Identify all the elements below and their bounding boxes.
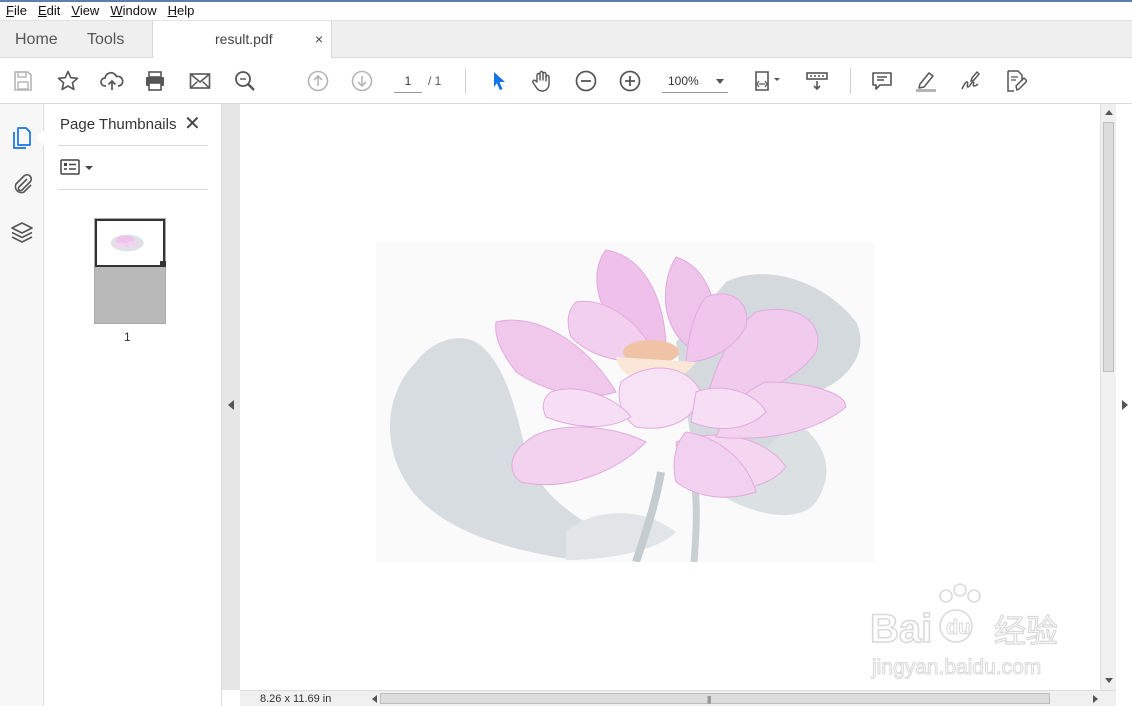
scroll-up-icon[interactable] <box>1105 110 1113 115</box>
collapse-left-pane[interactable] <box>222 104 240 690</box>
page-number-input[interactable]: 1 <box>394 71 422 93</box>
lotus-image <box>376 242 874 564</box>
menu-edit[interactable]: Edit <box>32 2 65 20</box>
select-arrow-icon[interactable] <box>486 68 512 94</box>
document-tab-title: result.pdf <box>215 31 273 47</box>
tab-row: Home Tools result.pdf × <box>0 21 1132 58</box>
svg-text:经验: 经验 <box>994 612 1058 650</box>
sign-icon[interactable] <box>957 68 983 94</box>
toolbar: 1 / 1 100% <box>0 58 1132 104</box>
menu-bar: File Edit View Window Help <box>0 0 1132 21</box>
menu-window[interactable]: Window <box>104 2 161 20</box>
panel-title: Page Thumbnails <box>60 116 177 133</box>
thumbnail-options-button[interactable] <box>60 156 100 180</box>
vertical-scroll-thumb[interactable] <box>1103 122 1114 372</box>
vertical-scrollbar[interactable] <box>1100 104 1116 690</box>
previous-page-icon[interactable] <box>305 68 331 94</box>
zoom-out-icon[interactable] <box>573 68 599 94</box>
layers-icon[interactable] <box>10 220 34 244</box>
active-indicator <box>36 130 44 146</box>
collapse-right-pane[interactable] <box>1116 104 1132 706</box>
chevron-right-icon <box>1122 400 1128 410</box>
svg-text:du: du <box>946 617 970 639</box>
scroll-right-icon[interactable] <box>1093 695 1098 703</box>
upload-cloud-icon[interactable] <box>99 68 125 94</box>
menu-view[interactable]: View <box>65 2 104 20</box>
divider <box>58 145 208 146</box>
print-icon[interactable] <box>142 68 168 94</box>
menu-help[interactable]: Help <box>162 2 200 20</box>
scroll-mode-icon[interactable] <box>804 68 830 94</box>
page-total: / 1 <box>428 74 442 88</box>
thumbnail-page-number: 1 <box>124 330 131 344</box>
thumbnail-viewport[interactable] <box>95 219 165 267</box>
divider <box>58 189 208 190</box>
find-icon[interactable] <box>232 68 258 94</box>
bookmark-star-icon[interactable] <box>55 68 81 94</box>
baidu-watermark: Bai du 经验 jingyan.baidu.com <box>869 582 1080 682</box>
zoom-level-select[interactable]: 100% <box>662 71 728 93</box>
close-tab-button[interactable]: × <box>315 21 323 58</box>
navigation-rail <box>0 104 44 706</box>
fill-sign-icon[interactable] <box>1002 68 1028 94</box>
grip-icon: ||| <box>707 695 711 704</box>
scroll-down-icon[interactable] <box>1105 678 1113 683</box>
close-panel-button[interactable]: ✕ <box>184 113 201 135</box>
tab-document[interactable]: result.pdf × <box>152 21 332 58</box>
save-icon[interactable] <box>10 68 36 94</box>
chevron-left-icon <box>228 400 234 410</box>
horizontal-scrollbar[interactable]: ||| <box>370 692 1100 705</box>
comment-icon[interactable] <box>869 68 895 94</box>
scroll-left-icon[interactable] <box>372 695 377 703</box>
page-thumbnails-icon[interactable] <box>10 126 34 150</box>
svg-text:jingyan.baidu.com: jingyan.baidu.com <box>871 656 1041 679</box>
thumbnails-panel: Page Thumbnails ✕ 1 <box>44 104 222 706</box>
zoom-level-value: 100% <box>668 74 699 88</box>
attachments-icon[interactable] <box>10 172 34 196</box>
page-size-readout: 8.26 x 11.69 in <box>260 693 332 705</box>
tab-home[interactable]: Home <box>15 21 58 58</box>
horizontal-scroll-thumb[interactable]: ||| <box>380 693 1050 704</box>
toolbar-divider <box>850 68 851 94</box>
page-thumbnail[interactable] <box>94 218 166 324</box>
chevron-down-icon <box>716 79 724 84</box>
toolbar-divider <box>465 68 466 94</box>
highlight-icon[interactable] <box>913 68 939 94</box>
svg-text:Bai: Bai <box>870 607 932 651</box>
fit-page-icon[interactable] <box>750 68 786 94</box>
email-icon[interactable] <box>187 68 213 94</box>
zoom-in-icon[interactable] <box>617 68 643 94</box>
status-bar: 8.26 x 11.69 in ||| <box>240 690 1116 706</box>
next-page-icon[interactable] <box>349 68 375 94</box>
viewport-resize-handle[interactable] <box>160 261 166 267</box>
menu-file[interactable]: File <box>0 2 32 20</box>
tab-tools[interactable]: Tools <box>87 21 124 58</box>
hand-tool-icon[interactable] <box>529 68 555 94</box>
